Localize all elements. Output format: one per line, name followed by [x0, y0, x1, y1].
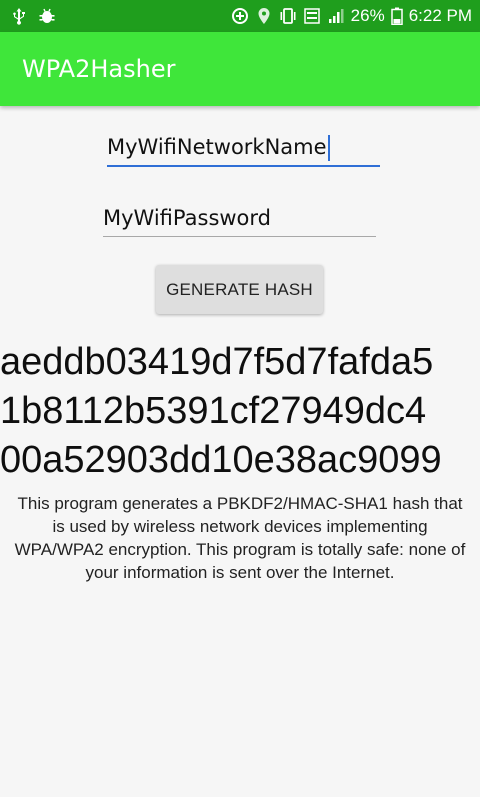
- hash-line: 1b8112b5391cf27949dc4: [0, 390, 427, 432]
- status-left-icons: [0, 0, 56, 32]
- description-text: This program generates a PBKDF2/HMAC-SHA…: [14, 494, 466, 582]
- status-right-icons: 26% 6:22 PM: [231, 0, 480, 32]
- ssid-input[interactable]: MyWifiNetworkName: [107, 133, 380, 169]
- hash-line: 00a52903dd10e38ac9099: [0, 439, 442, 481]
- ssid-input-value: MyWifiNetworkName: [107, 135, 327, 159]
- text-cursor: [327, 135, 330, 161]
- volte-icon: [303, 7, 321, 25]
- android-debug-icon: [38, 7, 56, 25]
- vibrate-icon: [279, 7, 297, 25]
- password-input-underline: [103, 236, 376, 237]
- hash-line: aeddb03419d7f5d7fafda5: [0, 341, 434, 383]
- app-title: WPA2Hasher: [22, 55, 176, 83]
- password-input-value: MyWifiPassword: [103, 206, 271, 230]
- status-bar: 26% 6:22 PM: [0, 0, 480, 32]
- clock: 6:22 PM: [408, 6, 472, 25]
- signal-icon: [327, 7, 345, 25]
- ssid-input-underline: [107, 165, 380, 167]
- hash-output: aeddb03419d7f5d7fafda5 1b8112b5391cf2794…: [0, 338, 480, 485]
- password-input[interactable]: MyWifiPassword: [103, 204, 376, 240]
- battery-percent: 26%: [350, 6, 385, 25]
- generate-hash-button[interactable]: GENERATE HASH: [156, 265, 323, 314]
- location-icon: [255, 7, 273, 25]
- battery-icon: [390, 7, 403, 25]
- data-saver-icon: [231, 7, 249, 25]
- app-bar: WPA2Hasher: [0, 32, 480, 106]
- usb-icon: [10, 7, 28, 25]
